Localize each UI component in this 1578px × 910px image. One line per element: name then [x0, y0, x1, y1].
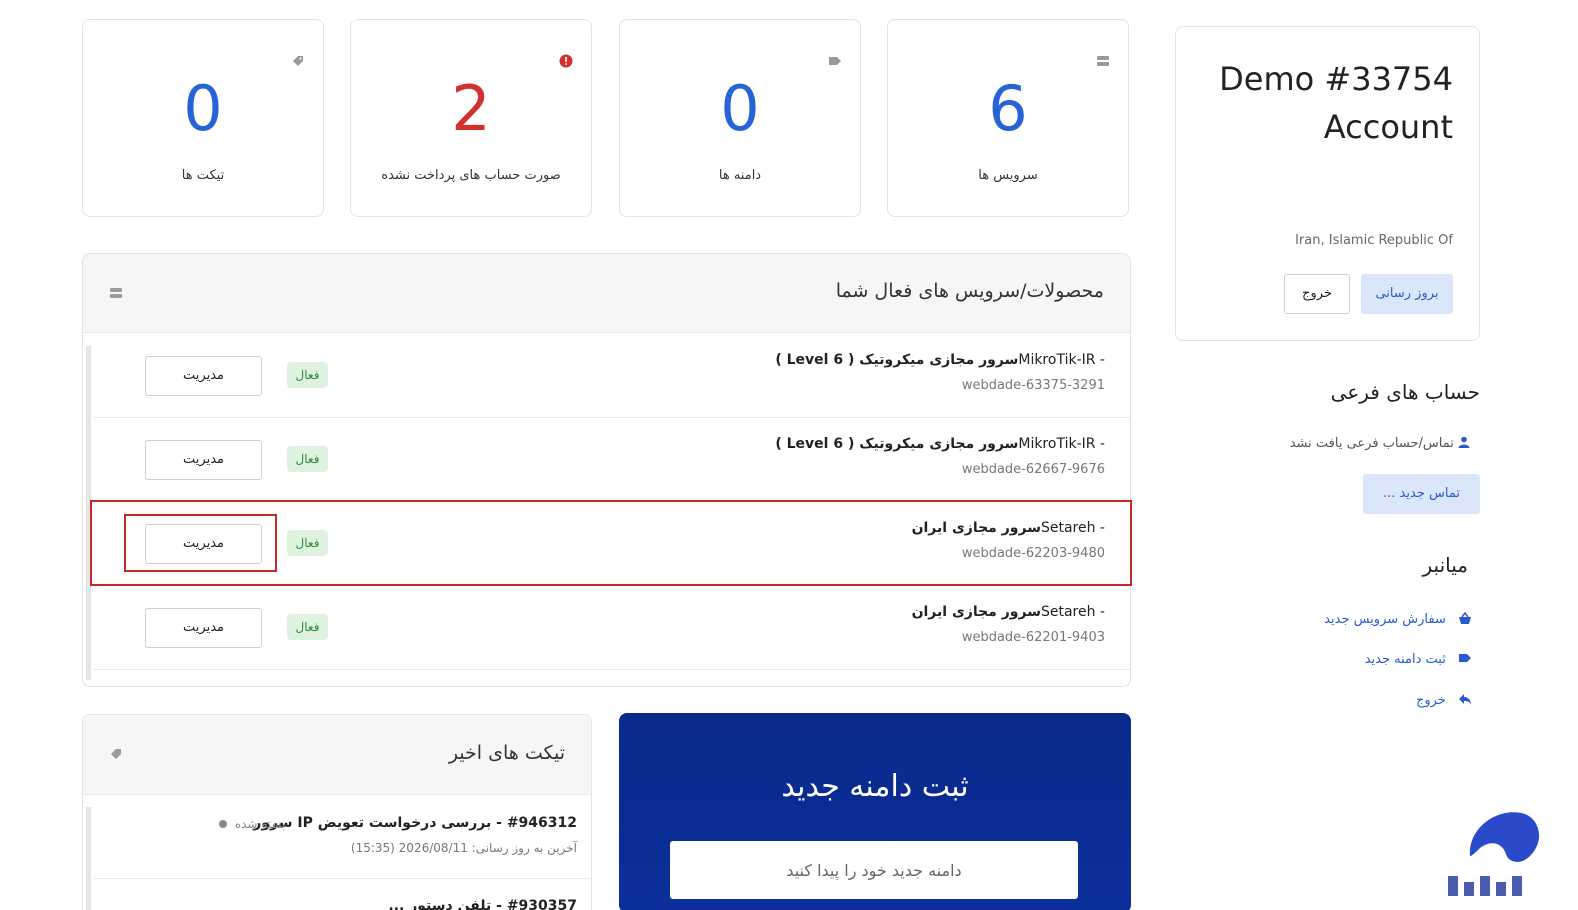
highlight-button-outline: [124, 514, 277, 572]
subaccounts-empty-text: تماس/حساب فرعی یافت نشد: [1289, 436, 1454, 451]
ticket-status: بسته شده: [219, 817, 285, 831]
ticket-row[interactable]: #946312 - بررسی درخواست تعویض IP سرور بس…: [93, 796, 591, 879]
brand-logo: [1440, 796, 1550, 906]
ticket-row[interactable]: #930357 - تلفن دستور ...: [93, 880, 591, 910]
scrollbar[interactable]: [86, 807, 91, 910]
ticket-status-label: بسته شده: [234, 817, 286, 831]
ticket-updated: آخرین به روز رسانی: 2026/08/11 (15:35): [350, 841, 577, 855]
logout-button[interactable]: خروج: [1284, 274, 1350, 314]
server-icon: [1097, 56, 1109, 66]
service-row[interactable]: - MikroTik-IRسرور مجازی میکروتیک ( Level…: [93, 334, 1130, 418]
stat-value: 0: [720, 72, 760, 145]
service-id: webdade-62667-9676: [961, 462, 1105, 477]
domain-search-title: ثبت دامنه جدید: [781, 769, 969, 804]
account-card: Demo #33754 Account Iran, Islamic Republ…: [1175, 26, 1480, 341]
active-services-panel: محصولات/سرویس های فعال شما - MikroTik-IR…: [82, 253, 1131, 687]
subaccounts-empty: تماس/حساب فرعی یافت نشد: [1290, 436, 1470, 451]
shortcut-register-domain[interactable]: ثبت دامنه جدید: [1365, 651, 1472, 667]
service-row[interactable]: - Setarehسرور مجازی ایران webdade-62201-…: [93, 586, 1130, 670]
manage-button[interactable]: مدیریت: [145, 608, 262, 648]
panel-title: محصولات/سرویس های فعال شما: [835, 280, 1104, 302]
shortcut-order-service[interactable]: سفارش سرویس جدید: [1324, 611, 1472, 627]
tag-icon: [829, 57, 841, 65]
stat-card-unpaid-invoices[interactable]: 2 صورت حساب های پرداخت نشده: [350, 19, 592, 217]
stat-card-domains[interactable]: 0 دامنه ها: [619, 19, 861, 217]
ticket-subject: #930357 - تلفن دستور ...: [388, 898, 577, 910]
subaccounts-heading: حساب های فرعی: [1330, 380, 1480, 404]
stat-value: 0: [183, 72, 223, 145]
reply-arrow-icon: [1459, 694, 1471, 705]
shortcuts-heading: میانبر: [1422, 553, 1468, 577]
stat-value: 2: [451, 72, 491, 145]
new-contact-button[interactable]: تماس جدید ...: [1363, 474, 1480, 514]
panel-header: تیکت های اخیر: [83, 715, 591, 795]
account-title: Demo #33754 Account: [1219, 60, 1453, 146]
stat-label: سرویس ها: [978, 168, 1038, 183]
domain-search-input[interactable]: [670, 841, 1078, 899]
stat-label: تیکت ها: [181, 168, 225, 183]
service-name: - Setarehسرور مجازی ایران: [911, 604, 1105, 620]
account-country: Iran, Islamic Republic Of: [1295, 233, 1453, 248]
shortcut-label: سفارش سرویس جدید: [1324, 612, 1446, 627]
manage-button[interactable]: مدیریت: [145, 440, 262, 480]
ticket-tag-icon: [293, 56, 303, 66]
service-id: webdade-63375-3291: [961, 378, 1105, 393]
stat-card-services[interactable]: 6 سرویس ها: [887, 19, 1129, 217]
shortcut-label: ثبت دامنه جدید: [1364, 652, 1446, 667]
stat-label: دامنه ها: [718, 168, 762, 183]
service-name: - MikroTik-IRسرور مجازی میکروتیک ( Level…: [775, 436, 1105, 452]
domain-search-box: ثبت دامنه جدید: [619, 713, 1131, 910]
manage-button[interactable]: مدیریت: [145, 356, 262, 396]
stat-value: 6: [988, 72, 1028, 145]
user-icon: [1458, 436, 1470, 448]
status-badge: فعال: [287, 614, 328, 640]
shortcut-label: خروج: [1415, 693, 1446, 708]
panel-title: تیکت های اخیر: [448, 742, 565, 764]
stat-label: صورت حساب های پرداخت نشده: [381, 168, 561, 183]
shortcut-logout[interactable]: خروج: [1416, 692, 1472, 708]
status-dot-icon: [219, 820, 227, 828]
update-button[interactable]: بروز رسانی: [1361, 274, 1453, 314]
recent-tickets-panel: تیکت های اخیر #946312 - بررسی درخواست تع…: [82, 714, 592, 910]
brand-logo-mark: [1448, 812, 1540, 896]
ticket-tag-icon: [111, 749, 121, 759]
service-id: webdade-62201-9403: [961, 630, 1105, 645]
panel-header: محصولات/سرویس های فعال شما: [83, 254, 1130, 333]
status-badge: فعال: [287, 362, 328, 388]
service-name: - MikroTik-IRسرور مجازی میکروتیک ( Level…: [775, 352, 1105, 368]
server-icon: [110, 288, 122, 298]
ticket-subject: #946312 - بررسی درخواست تعویض IP سرور: [253, 815, 577, 831]
tag-icon: [1459, 654, 1471, 662]
alert-icon: [559, 54, 573, 68]
status-badge: فعال: [287, 446, 328, 472]
basket-icon: [1459, 611, 1471, 624]
service-row[interactable]: - MikroTik-IRسرور مجازی میکروتیک ( Level…: [93, 418, 1130, 502]
stat-card-tickets[interactable]: 0 تیکت ها: [82, 19, 324, 217]
